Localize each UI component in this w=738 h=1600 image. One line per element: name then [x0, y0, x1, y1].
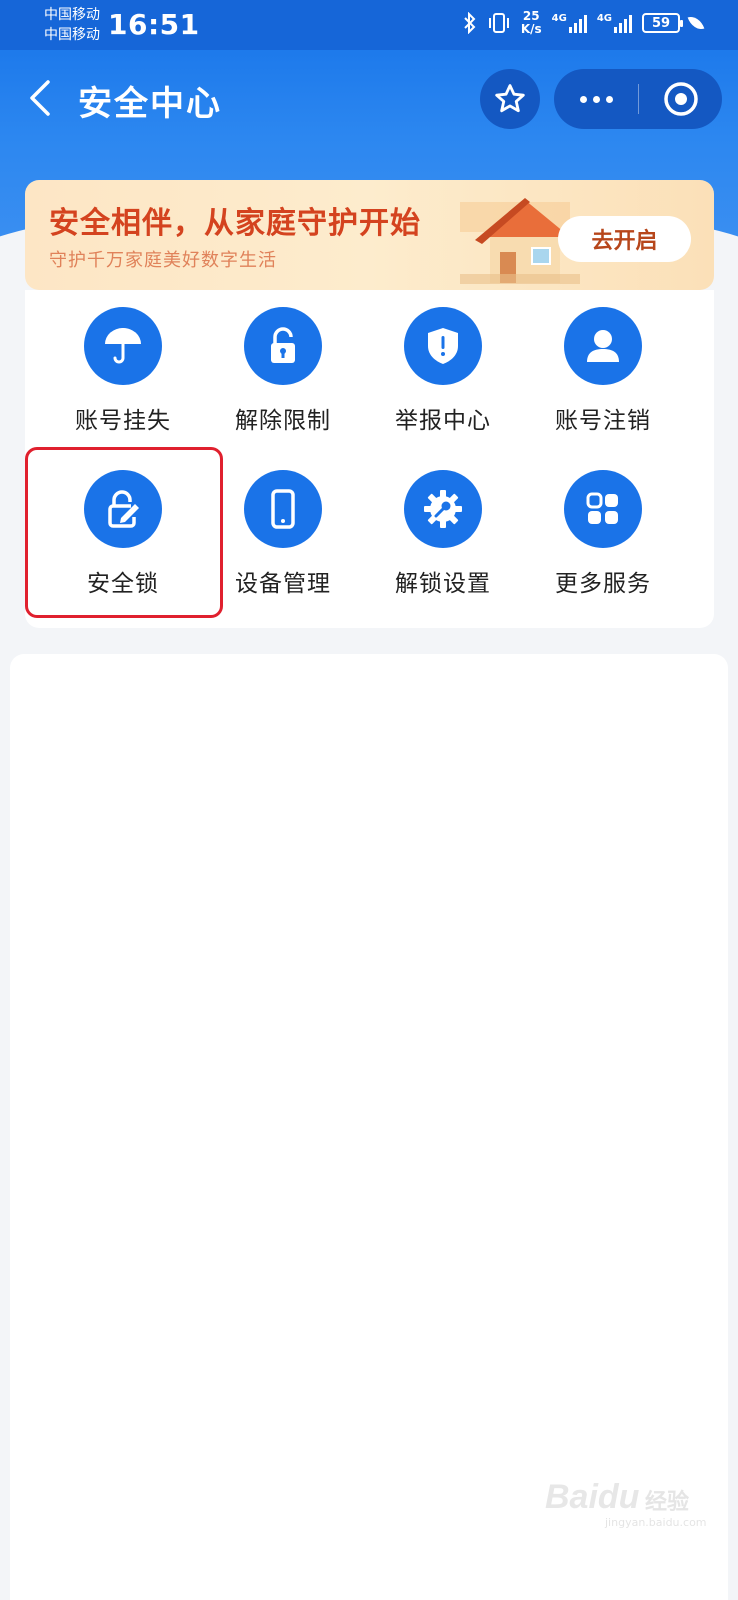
services-card: 账号挂失 解除限制 举报中心 账号注销 安全锁 设备管理 解锁设置 更多服务 — [25, 290, 714, 628]
user-icon — [587, 330, 619, 362]
service-icon-bg — [244, 307, 322, 385]
signal-bars-2-icon — [614, 13, 632, 33]
chevron-left-icon — [30, 80, 50, 116]
service-label: 设备管理 — [235, 571, 331, 597]
service-icon-bg — [84, 307, 162, 385]
status-time: 16:51 — [108, 8, 200, 41]
service-report-center[interactable]: 举报中心 — [363, 290, 523, 450]
promo-banner[interactable]: 安全相伴，从家庭守护开始 守护千万家庭美好数字生活 去开启 — [25, 180, 714, 290]
battery-icon: 59 — [642, 13, 683, 33]
watermark-logo: Baidu — [545, 1478, 640, 1516]
umbrella-icon — [105, 328, 141, 364]
gear-key-icon — [424, 490, 462, 528]
grid-icon — [586, 492, 618, 524]
signal-2: 4G — [597, 13, 632, 33]
watermark-cn: 经验 — [645, 1490, 690, 1515]
service-label: 解除限制 — [235, 408, 331, 434]
service-icon-bg — [244, 470, 322, 548]
baidu-watermark: Baidu 经验 jingyan.baidu.com — [545, 1478, 707, 1529]
star-icon — [495, 84, 525, 113]
page-title: 安全中心 — [78, 84, 222, 124]
net-speed-unit: K/s — [520, 22, 542, 36]
carrier-1: 中国移动 — [44, 7, 100, 23]
more-button[interactable] — [554, 69, 638, 129]
highlight-box — [25, 447, 223, 618]
enable-button[interactable]: 去开启 — [558, 216, 691, 262]
service-more[interactable]: 更多服务 — [523, 453, 683, 613]
service-label: 账号挂失 — [75, 408, 171, 434]
navigation-bar: 安全中心 — [0, 50, 738, 148]
miniprogram-capsule — [554, 69, 722, 129]
service-label: 账号注销 — [555, 408, 651, 434]
battery-level: 59 — [651, 15, 671, 31]
status-bar: 中国移动 中国移动 16:51 25 K/s 4G 4G 59 — [0, 0, 738, 50]
service-unlock-settings[interactable]: 解锁设置 — [363, 453, 523, 613]
watermark-url: jingyan.baidu.com — [605, 1516, 707, 1529]
service-account-loss[interactable]: 账号挂失 — [43, 290, 203, 450]
service-icon-bg — [564, 470, 642, 548]
carrier-info: 中国移动 中国移动 — [44, 5, 100, 45]
service-label: 解锁设置 — [395, 571, 491, 597]
service-icon-bg — [404, 307, 482, 385]
service-device-management[interactable]: 设备管理 — [203, 453, 363, 613]
favorite-button[interactable] — [480, 69, 540, 129]
back-button[interactable] — [26, 78, 56, 118]
leaf-icon — [687, 13, 705, 33]
bluetooth-icon — [464, 12, 476, 34]
close-button[interactable] — [639, 69, 722, 129]
signal-bars-1-icon — [568, 13, 587, 33]
banner-title: 安全相伴，从家庭守护开始 — [49, 206, 421, 241]
carrier-2: 中国移动 — [44, 27, 100, 43]
content-card — [10, 654, 728, 1600]
net-speed: 25 K/s — [521, 10, 542, 36]
service-icon-bg — [564, 307, 642, 385]
status-icons: 25 K/s 4G 4G 59 — [463, 10, 705, 36]
service-remove-restriction[interactable]: 解除限制 — [203, 290, 363, 450]
network-type-2: 4G — [596, 13, 612, 24]
phone-icon — [271, 489, 295, 529]
vibrate-icon — [488, 13, 509, 33]
target-circle-icon — [663, 82, 698, 116]
banner-subtitle: 守护千万家庭美好数字生活 — [49, 250, 277, 271]
service-label: 更多服务 — [555, 571, 651, 597]
signal-1: 4G — [552, 13, 587, 33]
service-icon-bg — [404, 470, 482, 548]
shield-alert-icon — [428, 328, 458, 364]
service-label: 举报中心 — [395, 408, 491, 434]
unlock-icon — [271, 327, 295, 363]
service-account-cancel[interactable]: 账号注销 — [523, 290, 683, 450]
network-type-1: 4G — [551, 13, 567, 24]
